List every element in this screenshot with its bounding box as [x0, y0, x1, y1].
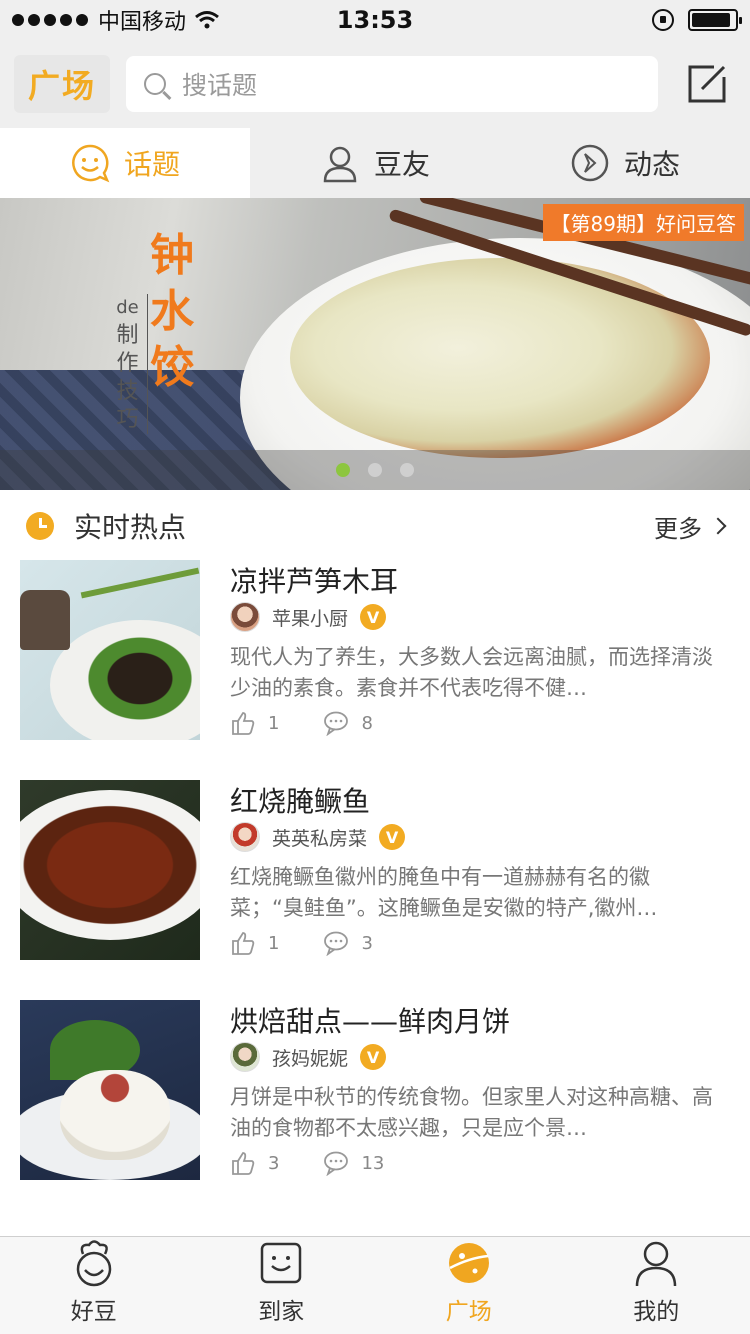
search-icon [144, 73, 166, 95]
hot-section-header: 实时热点 更多 [0, 492, 750, 560]
author-row: 英英私房菜 V [230, 822, 406, 852]
tabbar-item-square[interactable]: 广场 [375, 1237, 563, 1334]
compose-button[interactable] [686, 63, 728, 105]
author-name[interactable]: 孩妈妮妮 [272, 1044, 348, 1071]
author-name[interactable]: 苹果小厨 [272, 604, 348, 631]
avatar[interactable] [230, 602, 260, 632]
avatar[interactable] [230, 822, 260, 852]
status-bar: 中国移动 13:53 [0, 0, 750, 40]
more-link[interactable]: 更多 [654, 509, 727, 544]
wifi-icon [194, 10, 220, 30]
article-title: 红烧腌鳜鱼 [230, 785, 371, 818]
like-count: 1 [268, 712, 280, 734]
verified-badge: V [360, 604, 387, 630]
tabbar-label: 我的 [633, 1299, 680, 1325]
tab-label: 豆友 [373, 148, 430, 181]
author-name[interactable]: 英英私房菜 [272, 824, 367, 851]
article-thumbnail [20, 780, 200, 960]
carousel-dot[interactable] [400, 463, 414, 477]
tab-friends[interactable]: 豆友 [250, 128, 500, 198]
chevron-right-icon [709, 517, 727, 535]
app-logo: 广场 [14, 55, 110, 113]
edit-icon [688, 65, 726, 103]
author-row: 孩妈妮妮 V [230, 1042, 387, 1072]
verified-badge: V [379, 824, 406, 850]
tabbar-item-profile[interactable]: 我的 [563, 1237, 750, 1334]
banner-subtitle: de 制 作 技 巧 [112, 294, 148, 434]
rotation-lock-icon [652, 9, 674, 31]
article-thumbnail [20, 560, 200, 740]
title-char: 钟 [150, 230, 194, 281]
category-tabs: 话题 豆友 动态 [0, 128, 750, 198]
tab-label: 话题 [123, 148, 180, 181]
carousel-dot[interactable] [336, 463, 350, 477]
author-row: 苹果小厨 V [230, 602, 387, 632]
chef-icon [76, 1240, 111, 1287]
list-item[interactable]: 红烧腌鳜鱼 英英私房菜 V 红烧腌鳜鱼徽州的腌鱼中有一道赫赫有名的徽菜；“臭鲑鱼… [0, 780, 750, 1000]
signal-icon [12, 14, 88, 26]
title-char: 水 [150, 286, 194, 337]
verified-badge: V [360, 1044, 387, 1070]
top-header: 广场 搜话题 [0, 40, 750, 128]
tab-label: 动态 [623, 148, 680, 181]
comment-count: 3 [361, 932, 373, 954]
profile-icon [636, 1241, 677, 1287]
person-icon [323, 146, 357, 183]
subtitle-char: 技 [116, 379, 139, 404]
article-description: 月饼是中秋节的传统食物。但家里人对这种高糖、高油的食物都不太感兴趣，只是应个景… [230, 1085, 713, 1140]
compass-icon [571, 144, 609, 182]
clock-icon [26, 512, 54, 540]
article-stats: 3 13 [230, 1150, 428, 1176]
tabbar-label: 好豆 [70, 1299, 117, 1325]
banner-carousel[interactable]: de 制 作 技 巧 钟 水 饺 【第89期】好问豆答 [0, 198, 750, 490]
banner-dumplings [290, 258, 710, 458]
planet-icon [448, 1243, 489, 1283]
subtitle-char: 作 [116, 351, 139, 376]
article-description: 现代人为了养生，大多数人会远离油腻，而选择清淡少油的素食。素食并不代表吃得不健… [230, 645, 713, 700]
article-stats: 1 8 [230, 710, 417, 736]
comment-icon[interactable] [323, 710, 349, 736]
article-description: 红烧腌鳜鱼徽州的腌鱼中有一道赫赫有名的徽菜；“臭鲑鱼”。这腌鳜鱼是安徽的特产,徽… [230, 865, 658, 920]
article-title: 凉拌芦笋木耳 [230, 565, 399, 598]
banner-tag: 【第89期】好问豆答 [542, 204, 744, 241]
tabbar-label: 到家 [258, 1299, 305, 1325]
carrier-name: 中国移动 [98, 10, 187, 35]
like-icon[interactable] [230, 710, 256, 736]
tabbar-item-haodou[interactable]: 好豆 [0, 1237, 188, 1334]
like-icon[interactable] [230, 930, 256, 956]
carousel-dot[interactable] [368, 463, 382, 477]
comment-icon[interactable] [323, 930, 349, 956]
like-count: 3 [268, 1152, 280, 1174]
like-count: 1 [268, 932, 280, 954]
comment-count: 13 [361, 1152, 385, 1174]
chat-smile-icon [72, 144, 110, 183]
subtitle-char: 制 [116, 323, 139, 348]
list-item[interactable]: 凉拌芦笋木耳 苹果小厨 V 现代人为了养生，大多数人会远离油腻，而选择清淡少油的… [0, 560, 750, 780]
list-item[interactable]: 烘焙甜点——鲜肉月饼 孩妈妮妮 V 月饼是中秋节的传统食物。但家里人对这种高糖、… [0, 1000, 750, 1220]
tab-topics[interactable]: 话题 [0, 128, 250, 198]
subtitle-char: de [116, 297, 139, 318]
article-stats: 1 3 [230, 930, 417, 956]
title-char: 饺 [150, 342, 194, 393]
comment-count: 8 [361, 712, 373, 734]
carousel-indicator [0, 450, 750, 490]
battery-icon [688, 9, 742, 31]
avatar[interactable] [230, 1042, 260, 1072]
search-bar[interactable]: 搜话题 [126, 56, 658, 112]
tab-activity[interactable]: 动态 [500, 128, 750, 198]
article-list: 凉拌芦笋木耳 苹果小厨 V 现代人为了养生，大多数人会远离油腻，而选择清淡少油的… [0, 560, 750, 1220]
comment-icon[interactable] [323, 1150, 349, 1176]
banner-title: 钟 水 饺 [150, 228, 194, 396]
tabbar-label: 广场 [445, 1299, 492, 1325]
bag-smile-icon [261, 1242, 302, 1284]
search-placeholder: 搜话题 [182, 71, 258, 100]
article-thumbnail [20, 1000, 200, 1180]
section-title: 实时热点 [74, 511, 187, 544]
like-icon[interactable] [230, 1150, 256, 1176]
article-title: 烘焙甜点——鲜肉月饼 [230, 1005, 511, 1038]
subtitle-char: 巧 [116, 407, 139, 432]
bottom-tab-bar: 好豆 到家 广场 我的 [0, 1236, 750, 1334]
more-label: 更多 [654, 514, 702, 543]
tabbar-item-home[interactable]: 到家 [188, 1237, 376, 1334]
